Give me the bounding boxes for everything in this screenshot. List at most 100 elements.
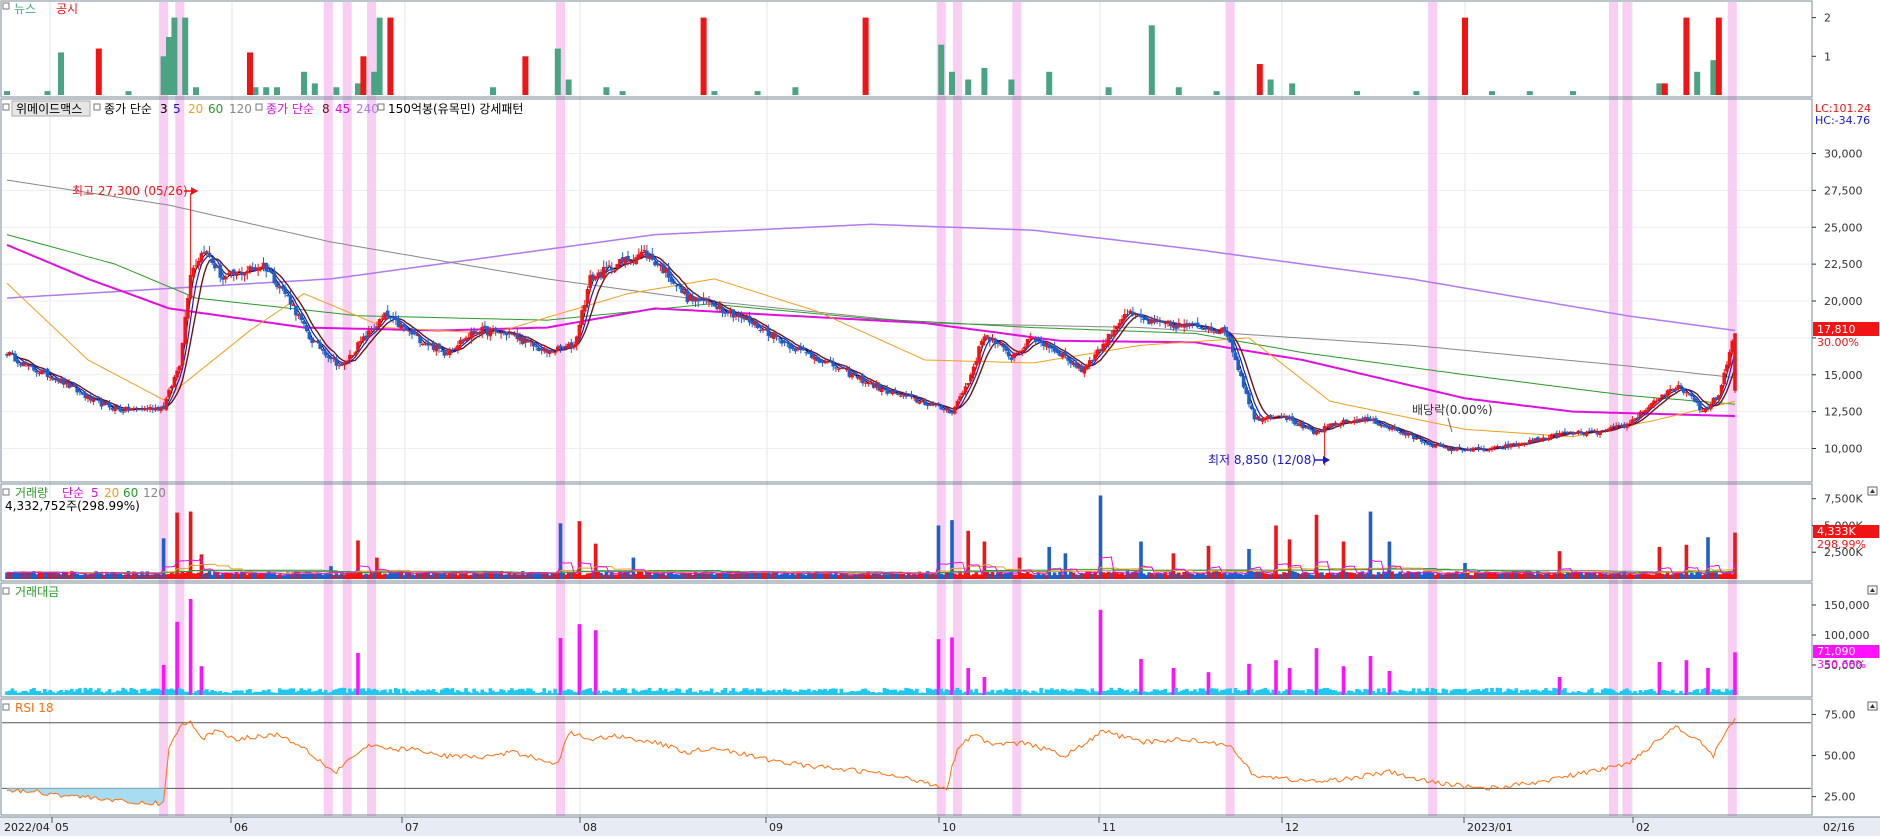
candle-body [1195, 322, 1200, 328]
news-bar [938, 44, 945, 95]
candle-body [1573, 432, 1578, 434]
candle-body [939, 405, 943, 410]
x-axis-bar[interactable] [0, 817, 1880, 836]
news-bar [1175, 87, 1182, 95]
candle-body [1063, 351, 1068, 356]
news-bar [565, 79, 572, 95]
amount-tick-label: 100,000 [1824, 629, 1870, 642]
candle-body [442, 350, 447, 356]
candle-body [304, 325, 309, 332]
amount-tick-label: 150,000 [1824, 599, 1870, 612]
price-tick-label: 27,500 [1824, 184, 1863, 197]
volume-ma-5: 5 [91, 486, 99, 500]
candle-body [626, 255, 630, 262]
candle-body [242, 272, 247, 276]
rsi-panel-box-icon[interactable] [2, 703, 10, 711]
candle-body [1376, 422, 1381, 426]
candle-body [1247, 392, 1251, 405]
news-bar [171, 17, 178, 95]
candle-body [337, 365, 341, 367]
volume-panel-box-icon[interactable] [2, 488, 10, 496]
news-bar [1213, 91, 1220, 95]
candle-body [1085, 365, 1089, 370]
news-bar [1489, 91, 1495, 95]
candle-body [601, 266, 606, 279]
candle-body [961, 392, 965, 396]
news-bar [58, 52, 64, 95]
amount-bar [950, 637, 954, 695]
news-bar [1008, 79, 1015, 95]
candle-body [755, 323, 760, 329]
candle-body [1314, 431, 1319, 435]
news-bar [252, 87, 259, 95]
candle-body [40, 370, 44, 375]
news-bar [619, 91, 626, 95]
volume-ma-label: 단순 [62, 486, 84, 500]
candle-body [1665, 390, 1670, 397]
disclosure-bar [1462, 17, 1468, 95]
amount-title: 거래대금 [15, 585, 59, 599]
candle-body [1004, 346, 1008, 351]
candle-body [134, 407, 139, 409]
candle-body [882, 387, 887, 389]
candle-body [356, 342, 360, 351]
news-bar [965, 79, 972, 95]
dividend-annotation: 배당락(0.00%) [1412, 403, 1493, 417]
candle-body [118, 407, 123, 412]
ma-period-240: 240 [356, 102, 379, 116]
news-bar [182, 17, 189, 95]
candle-body [1633, 418, 1637, 420]
candle-body [1592, 430, 1597, 432]
candle-body [342, 362, 347, 366]
news-bar [371, 71, 378, 95]
stock-chart-window: 2 1 30,000 27,500 25,000 22,500 20,000 15,000 12… [0, 0, 1880, 836]
candle-body [164, 398, 169, 410]
candle-body [1209, 326, 1213, 331]
news-bar [166, 36, 172, 95]
candle-body [175, 370, 179, 378]
amount-bar [1368, 656, 1373, 695]
candle-body [107, 402, 112, 408]
candle-body [1125, 313, 1130, 315]
volume-ma-20: 20 [104, 486, 119, 500]
candle-body [1120, 319, 1124, 324]
candle-body [34, 370, 39, 373]
candle-body [1525, 442, 1529, 444]
pattern-box-icon[interactable] [377, 103, 385, 111]
candle-body [207, 252, 212, 257]
amount-panel-box-icon[interactable] [2, 587, 10, 595]
news-bar [125, 91, 132, 95]
candle-body [1457, 446, 1462, 449]
high-annotation: 최고 27,300 (05/26) [72, 184, 188, 198]
candle-body [1020, 350, 1024, 352]
candle-body [78, 391, 82, 393]
news-bar [311, 83, 318, 95]
candle-body [272, 271, 277, 284]
chart-canvas[interactable]: 2 1 30,000 27,500 25,000 22,500 20,000 15,000 12… [0, 0, 1880, 836]
amount-bar [1274, 660, 1278, 695]
candle-body [966, 382, 970, 386]
amount-bar [558, 638, 563, 695]
disclosure-label: 공시 [56, 2, 78, 16]
news-bar [1046, 71, 1053, 95]
last-price: 17,810 [1817, 323, 1856, 336]
x-axis-label: 06 [234, 821, 248, 834]
candle-body [450, 349, 455, 351]
news-bar [1105, 87, 1112, 95]
candle-body [893, 389, 898, 392]
candle-body [1579, 431, 1583, 434]
candle-body [1012, 353, 1016, 359]
ma-group2-box-icon[interactable] [255, 103, 263, 111]
candle-body [1484, 450, 1489, 452]
price-panel-box-icon[interactable] [2, 103, 10, 111]
news-panel-box-icon[interactable] [2, 2, 10, 10]
candle-body [1719, 385, 1724, 394]
x-axis-label: 02 [1636, 821, 1650, 834]
amount-bar [1098, 609, 1103, 695]
candle-body [377, 319, 382, 326]
rsi-tick-label: 75.00 [1824, 708, 1856, 721]
candle-body [1198, 328, 1203, 330]
candle-body [1717, 395, 1721, 400]
news-bar [711, 91, 718, 95]
ma-group1-box-icon[interactable] [93, 103, 101, 111]
